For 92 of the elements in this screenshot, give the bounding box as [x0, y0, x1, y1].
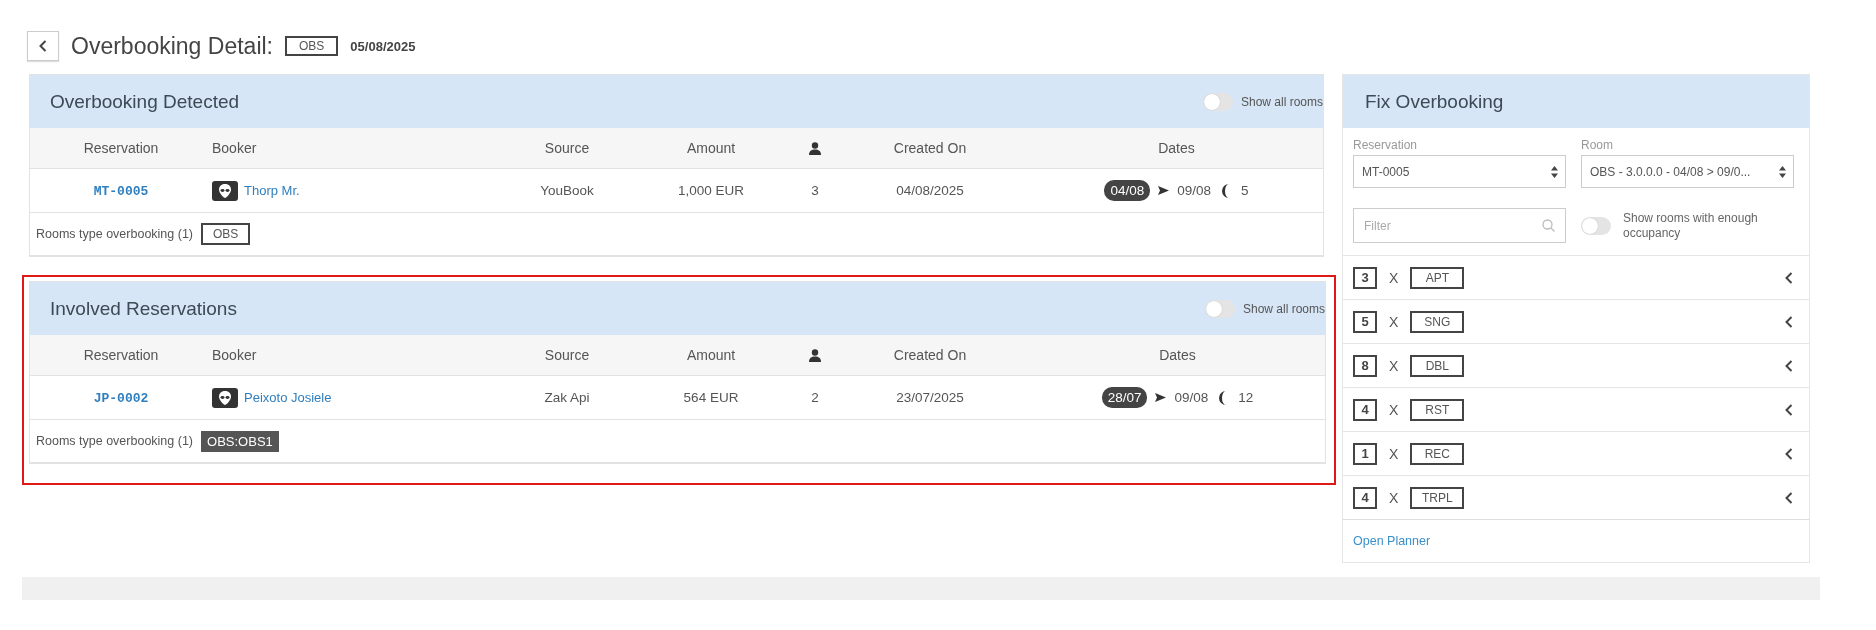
room-select[interactable]: OBS - 3.0.0.0 - 04/08 > 09/0... [1581, 155, 1794, 188]
room-type-tag: TRPL [1410, 486, 1465, 509]
start-date-badge: 28/07 [1101, 387, 1148, 408]
room-type-tag: REC [1410, 442, 1465, 465]
multiply-sign: X [1389, 357, 1399, 374]
toggle-switch[interactable] [1202, 92, 1233, 111]
page-title: Overbooking Detail: [71, 32, 273, 60]
panel-title: Involved Reservations [50, 297, 237, 320]
table-cell-text: YouBook [539, 183, 595, 198]
chevron-left-icon[interactable] [1785, 491, 1793, 504]
footer-label: Rooms type overbooking (1) [36, 434, 194, 448]
multiply-sign: X [1389, 269, 1399, 286]
field-label: Reservation [1353, 138, 1419, 152]
up-down-arrows-icon [1551, 165, 1558, 178]
reservation-link[interactable]: JP-0002 [93, 390, 149, 406]
column-header: Booker [212, 140, 258, 156]
nights-count: 5 [1241, 183, 1249, 198]
room-type-tag: OBS [285, 36, 339, 56]
toggle-label: Show all rooms [1240, 94, 1323, 109]
table-cell-text: 2 [810, 390, 820, 405]
avatar-icon [212, 180, 238, 201]
room-count: 4 [1353, 486, 1377, 509]
room-type-tag: OBS:OBS1 [201, 430, 279, 452]
room-type-row[interactable]: 5 X SNG [1343, 299, 1809, 343]
room-type-row[interactable]: 1 X REC [1343, 431, 1809, 475]
open-planner-link[interactable]: Open Planner [1353, 534, 1431, 548]
avatar-icon [212, 387, 238, 408]
back-button[interactable] [27, 31, 59, 61]
table-cell-text: 3 [810, 183, 820, 198]
room-type-tag: DBL [1410, 354, 1465, 377]
chevron-left-icon[interactable] [39, 40, 47, 52]
chevron-left-icon[interactable] [1785, 447, 1793, 460]
column-header: Dates [1158, 347, 1197, 363]
multiply-sign: X [1389, 489, 1399, 506]
field-label: Room [1581, 138, 1614, 152]
person-icon [809, 348, 821, 362]
toggle-switch[interactable] [1581, 216, 1611, 235]
column-header: Amount [685, 347, 737, 363]
room-type-tag: APT [1410, 266, 1465, 289]
table-cell-text: 1,000 EUR [676, 183, 745, 198]
column-header: Created On [892, 140, 968, 156]
room-type-row[interactable]: 4 X TRPL [1343, 475, 1809, 519]
arrow-right-icon [1158, 186, 1170, 195]
table-cell-text: Zak Api [543, 390, 591, 405]
reservation-select[interactable]: MT-0005 [1353, 155, 1566, 188]
chevron-left-icon[interactable] [1785, 403, 1793, 416]
room-count: 3 [1353, 266, 1377, 289]
booker-link[interactable]: Peixoto Josiele [244, 390, 332, 405]
room-count: 5 [1353, 310, 1377, 333]
room-type-tag: OBS [201, 223, 251, 245]
room-type-row[interactable]: 8 X DBL [1343, 343, 1809, 387]
search-icon [1542, 219, 1555, 232]
column-header: Source [543, 347, 591, 363]
room-type-row[interactable]: 3 X APT [1343, 255, 1809, 299]
footer-label: Rooms type overbooking (1) [36, 227, 194, 241]
room-type-tag: RST [1410, 398, 1465, 421]
reservation-link[interactable]: MT-0005 [93, 183, 149, 199]
start-date-badge: 04/08 [1104, 180, 1151, 201]
multiply-sign: X [1389, 445, 1399, 462]
booker-link[interactable]: Thorp Mr. [244, 183, 300, 198]
chevron-left-icon[interactable] [1785, 271, 1793, 284]
room-type-row[interactable]: 4 X RST [1343, 387, 1809, 431]
room-count: 4 [1353, 398, 1377, 421]
room-type-tag: SNG [1410, 310, 1465, 333]
column-header: Reservation [82, 347, 160, 363]
panel-title: Overbooking Detected [50, 90, 240, 113]
column-header: Booker [212, 347, 258, 363]
up-down-arrows-icon [1779, 165, 1786, 178]
chevron-left-icon[interactable] [1785, 359, 1793, 372]
table-cell-text: 564 EUR [682, 390, 740, 405]
chevron-left-icon[interactable] [1785, 315, 1793, 328]
date-label: 05/08/2025 [350, 38, 416, 54]
column-header: Source [543, 140, 591, 156]
column-header: Dates [1157, 140, 1196, 156]
room-count: 8 [1353, 354, 1377, 377]
person-icon [809, 141, 821, 155]
toggle-label: Show all rooms [1242, 301, 1325, 316]
panel-title: Fix Overbooking [1365, 90, 1504, 113]
toggle-label: Show rooms with enough occupancy [1623, 211, 1759, 240]
multiply-sign: X [1389, 401, 1399, 418]
multiply-sign: X [1389, 313, 1399, 330]
column-header: Reservation [82, 140, 160, 156]
column-header: Created On [892, 347, 968, 363]
arrow-right-icon [1155, 393, 1167, 402]
table-cell-text: 23/07/2025 [895, 390, 965, 405]
nights-count: 12 [1238, 390, 1254, 405]
column-header: Amount [685, 140, 737, 156]
toggle-switch[interactable] [1204, 299, 1235, 318]
table-cell-text: 04/08/2025 [895, 183, 965, 198]
room-count: 1 [1353, 442, 1377, 465]
end-date: 09/08 [1174, 390, 1209, 405]
end-date: 09/08 [1177, 183, 1212, 198]
